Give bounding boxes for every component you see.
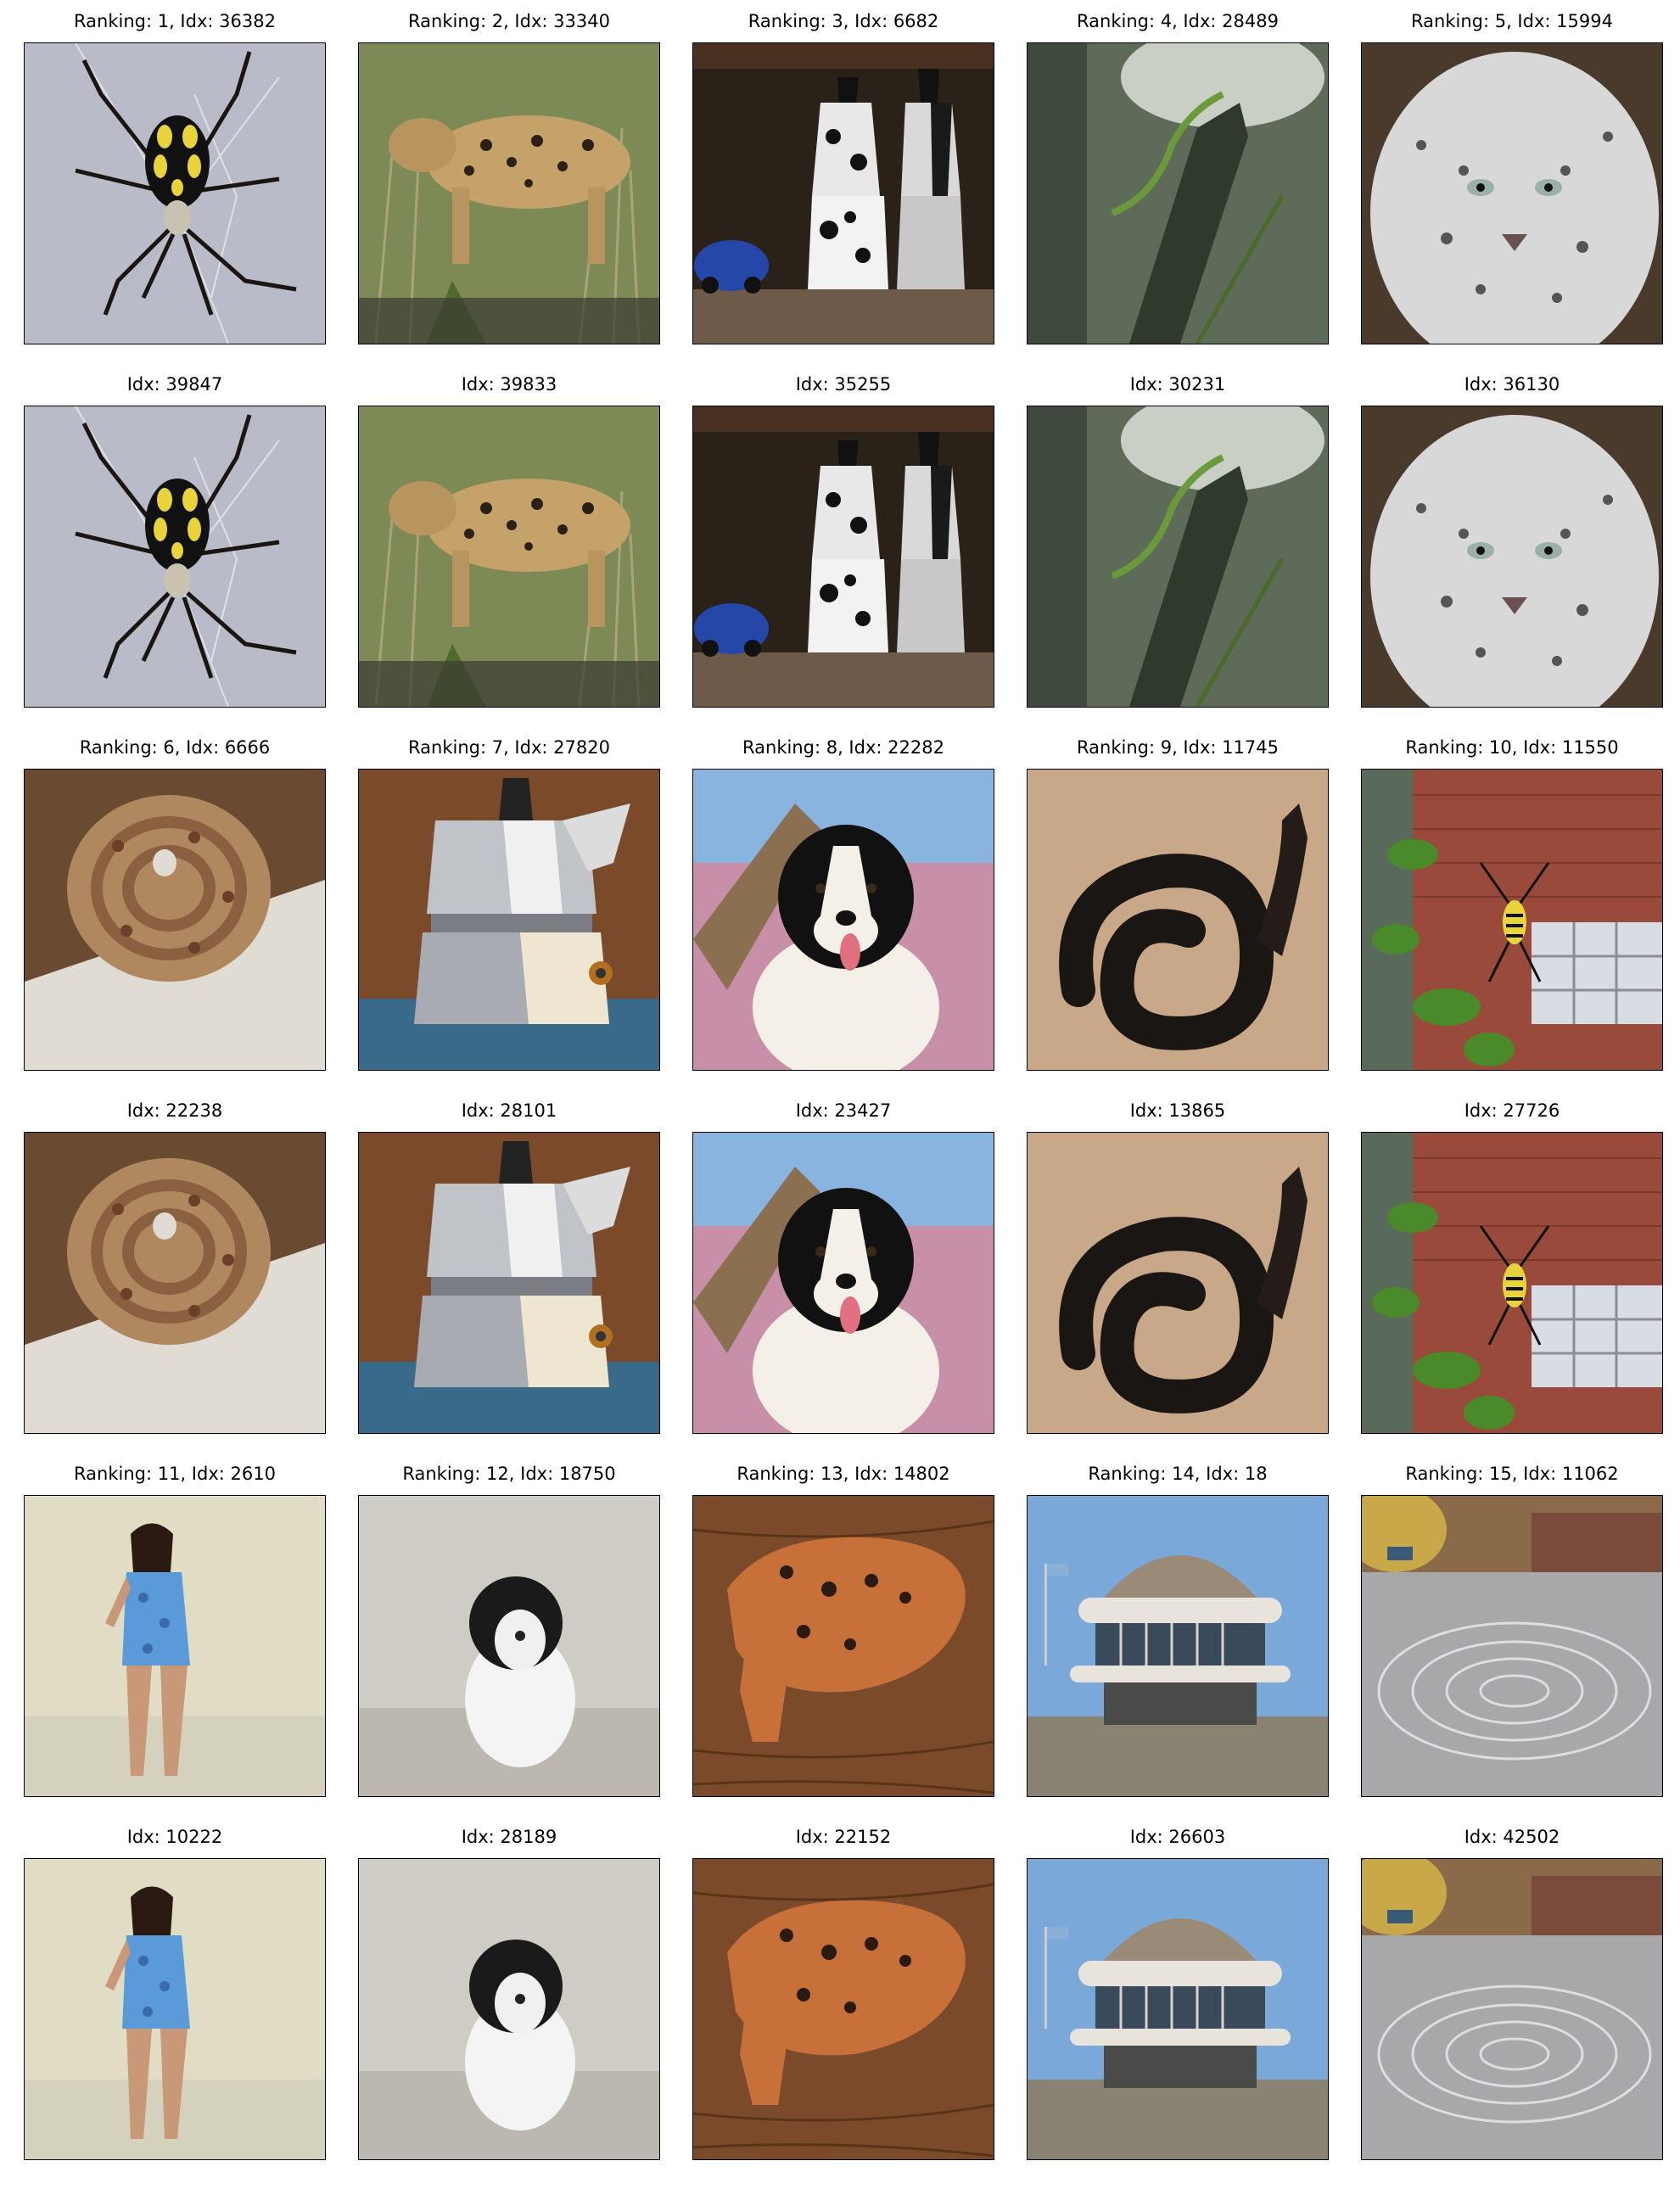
cell-title: Idx: 22152 xyxy=(795,1827,892,1847)
cell-title: Idx: 26603 xyxy=(1129,1827,1226,1847)
cell-title: Idx: 10222 xyxy=(126,1827,223,1847)
thumbnail-rattlesnake xyxy=(24,769,326,1071)
thumbnail-garden-spider xyxy=(1361,769,1663,1071)
thumbnail-leopard xyxy=(358,42,660,344)
thumbnail-spider xyxy=(24,42,326,344)
cell-title: Idx: 30231 xyxy=(1129,374,1226,395)
thumbnail-snow-leopard xyxy=(1361,406,1663,708)
cell-title: Idx: 42502 xyxy=(1464,1827,1560,1847)
cell-title: Ranking: 8, Idx: 22282 xyxy=(742,737,944,758)
cell-title: Ranking: 9, Idx: 11745 xyxy=(1077,737,1279,758)
cell-title: Ranking: 15, Idx: 11062 xyxy=(1405,1464,1619,1484)
cell-title: Ranking: 3, Idx: 6682 xyxy=(748,11,939,31)
thumbnail-garden-spider xyxy=(1361,1132,1663,1434)
thumbnail-spider xyxy=(24,406,326,708)
cell-title: Ranking: 7, Idx: 27820 xyxy=(408,737,610,758)
thumbnail-planetarium xyxy=(1027,1858,1329,2160)
thumbnail-chameleon-branch xyxy=(1027,406,1329,708)
cell-title: Ranking: 11, Idx: 2610 xyxy=(74,1464,276,1484)
cell-title: Ranking: 1, Idx: 36382 xyxy=(74,11,276,31)
cell-title: Idx: 27726 xyxy=(1464,1100,1560,1121)
cell-title: Idx: 36130 xyxy=(1464,374,1560,395)
thumbnail-snow-leopard xyxy=(1361,42,1663,344)
cell-title: Ranking: 6, Idx: 6666 xyxy=(79,737,271,758)
thumbnail-planetarium xyxy=(1027,1495,1329,1797)
thumbnail-border-collie xyxy=(692,769,994,1071)
cell-title: Ranking: 4, Idx: 28489 xyxy=(1077,11,1279,31)
thumbnail-ocarina xyxy=(692,1858,994,2160)
cell-title: Idx: 22238 xyxy=(126,1100,223,1121)
cell-title: Idx: 13865 xyxy=(1129,1100,1226,1121)
thumbnail-leopard xyxy=(358,406,660,708)
cell-title: Ranking: 14, Idx: 18 xyxy=(1088,1464,1268,1484)
cell-title: Ranking: 10, Idx: 11550 xyxy=(1405,737,1619,758)
thumbnail-border-collie xyxy=(692,1132,994,1434)
cell-title: Idx: 35255 xyxy=(795,374,892,395)
cell-title: Ranking: 13, Idx: 14802 xyxy=(736,1464,950,1484)
cell-title: Idx: 39847 xyxy=(126,374,223,395)
cell-title: Idx: 28189 xyxy=(461,1827,557,1847)
thumbnail-chalk-spiral xyxy=(1361,1858,1663,2160)
thumbnail-chameleon-branch xyxy=(1027,42,1329,344)
thumbnail-puppy xyxy=(358,1858,660,2160)
thumbnail-ocarina xyxy=(692,1495,994,1797)
cell-title: Ranking: 5, Idx: 15994 xyxy=(1411,11,1613,31)
thumbnail-black-snake xyxy=(1027,1132,1329,1434)
thumbnail-woman xyxy=(24,1495,326,1797)
cell-title: Idx: 28101 xyxy=(461,1100,557,1121)
cell-title: Idx: 23427 xyxy=(795,1100,892,1121)
thumbnail-chalk-spiral xyxy=(1361,1495,1663,1797)
image-grid: Ranking: 1, Idx: 36382 Ranking: 2, Idx: 3… xyxy=(0,0,1680,2189)
thumbnail-coffee-pots xyxy=(692,42,994,344)
cell-title: Ranking: 2, Idx: 33340 xyxy=(408,11,610,31)
thumbnail-puppy xyxy=(358,1495,660,1797)
thumbnail-coffee-pots xyxy=(692,406,994,708)
thumbnail-woman xyxy=(24,1858,326,2160)
thumbnail-rattlesnake xyxy=(24,1132,326,1434)
cell-title: Ranking: 12, Idx: 18750 xyxy=(402,1464,616,1484)
thumbnail-black-snake xyxy=(1027,769,1329,1071)
cell-title: Idx: 39833 xyxy=(461,374,557,395)
thumbnail-moka-pot xyxy=(358,769,660,1071)
thumbnail-moka-pot xyxy=(358,1132,660,1434)
